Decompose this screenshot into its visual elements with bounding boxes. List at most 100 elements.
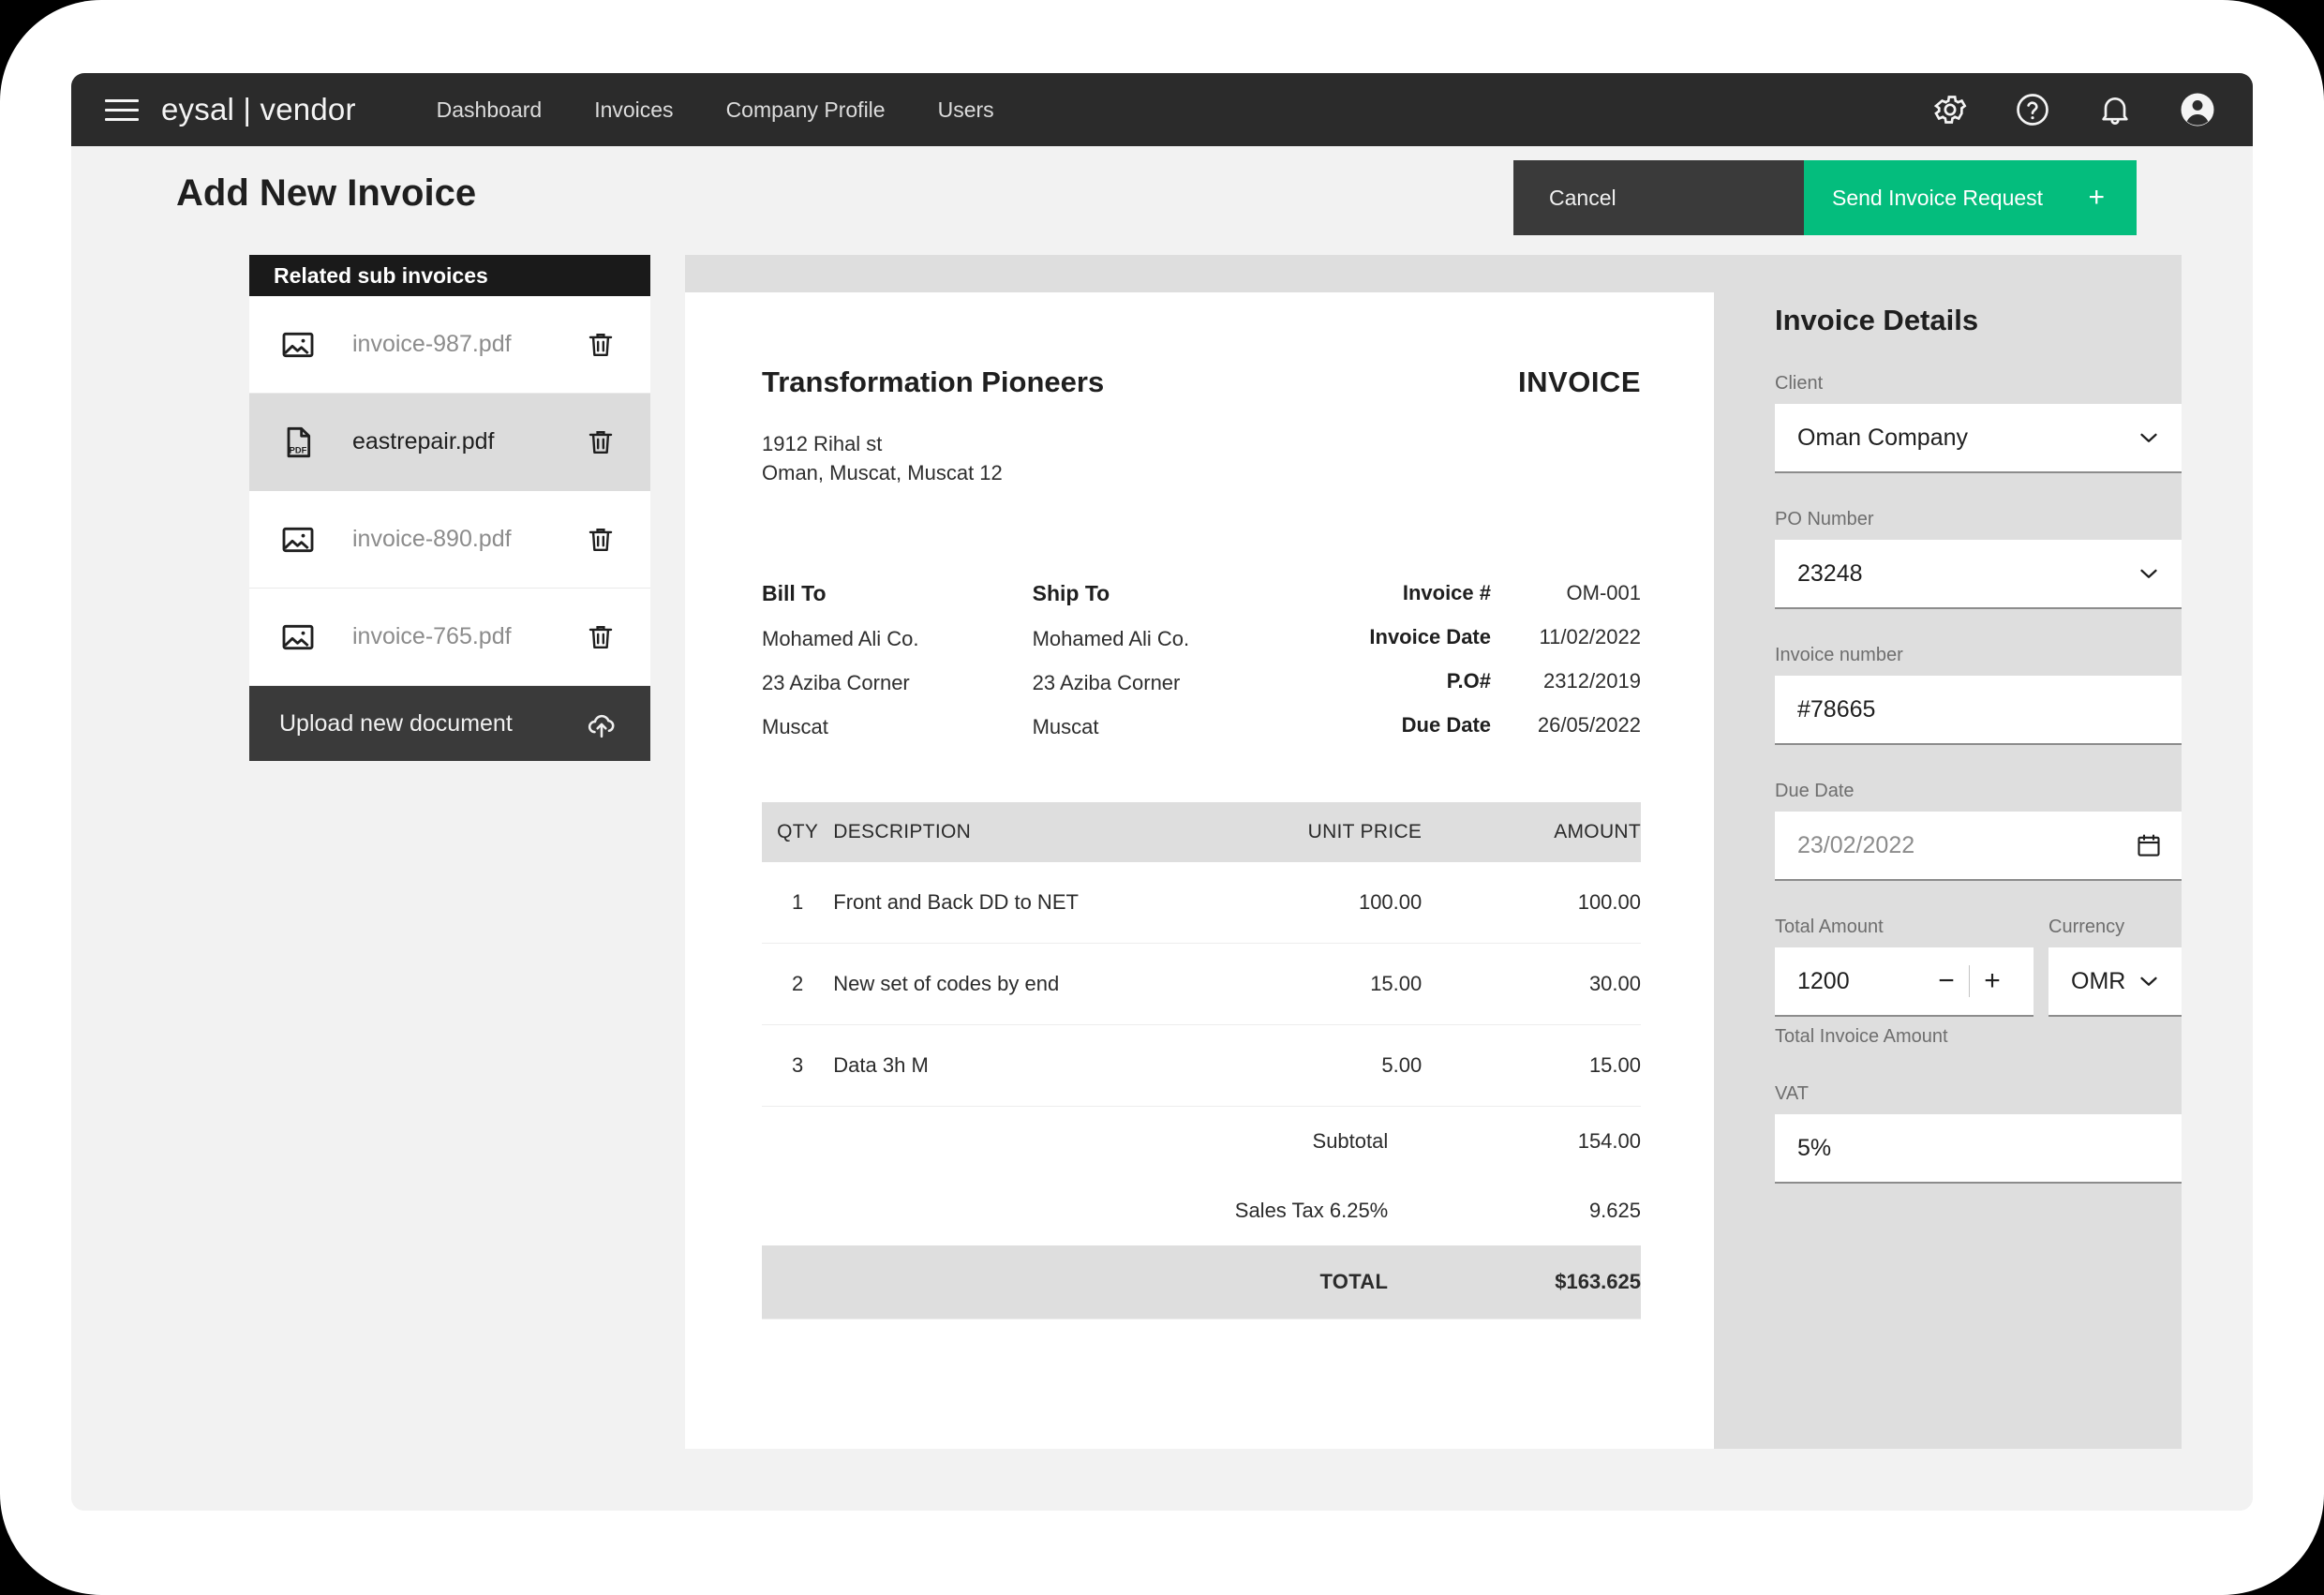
list-item[interactable]: invoice-890.pdf xyxy=(249,491,650,589)
invoice-number-value: #78665 xyxy=(1797,695,1876,723)
po-number-value: 23248 xyxy=(1797,559,1863,587)
related-sub-invoices-panel: Related sub invoices invoice-987.pdf PDF… xyxy=(249,255,650,761)
plus-icon: + xyxy=(2088,182,2105,213)
column-header-description: DESCRIPTION xyxy=(833,802,1201,863)
meta-row: P.O# 2312/2019 xyxy=(1303,669,1641,693)
table-header-row: QTY DESCRIPTION UNIT PRICE AMOUNT xyxy=(762,802,1641,863)
list-item[interactable]: invoice-987.pdf xyxy=(249,296,650,394)
chevron-down-icon xyxy=(2135,424,2163,452)
trash-icon[interactable] xyxy=(585,329,617,361)
total-label: TOTAL xyxy=(1200,1245,1423,1320)
client-select[interactable]: Oman Company xyxy=(1775,404,2182,473)
table-row: 3 Data 3h M 5.00 15.00 xyxy=(762,1024,1641,1108)
meta-key: Due Date xyxy=(1401,713,1491,738)
page-header: Add New Invoice Cancel Send Invoice Requ… xyxy=(71,146,2253,255)
ship-to-heading: Ship To xyxy=(1032,581,1110,606)
ship-to-line: Mohamed Ali Co. xyxy=(1032,627,1190,651)
send-invoice-request-button[interactable]: Send Invoice Request + xyxy=(1804,160,2137,235)
meta-row: Invoice Date 11/02/2022 xyxy=(1303,625,1641,649)
due-date-label: Due Date xyxy=(1775,781,1855,801)
meta-value: 2312/2019 xyxy=(1543,669,1641,693)
client-label: Client xyxy=(1775,373,1824,394)
increment-button[interactable]: + xyxy=(1970,967,2015,995)
meta-key: Invoice Date xyxy=(1369,625,1491,649)
invoice-number-input[interactable]: #78665 xyxy=(1775,676,2182,745)
due-date-value: 23/02/2022 xyxy=(1797,831,1915,858)
chevron-down-icon xyxy=(2135,559,2163,588)
upload-label: Upload new document xyxy=(279,709,513,737)
cell-qty: 2 xyxy=(762,943,834,1026)
cell-description: New set of codes by end xyxy=(833,943,1201,1026)
column-header-amount: AMOUNT xyxy=(1422,802,1641,863)
decrement-button[interactable]: − xyxy=(1924,967,1969,995)
meta-row: Due Date 26/05/2022 xyxy=(1303,713,1641,738)
cancel-button[interactable]: Cancel xyxy=(1513,160,1804,235)
cell-amount: 30.00 xyxy=(1422,943,1641,1026)
meta-key: Invoice # xyxy=(1402,581,1491,605)
account-circle-icon[interactable] xyxy=(2178,90,2217,129)
nav-item-company-profile[interactable]: Company Profile xyxy=(726,97,886,123)
table-row: 1 Front and Back DD to NET 100.00 100.00 xyxy=(762,862,1641,945)
cell-unit-price: 5.00 xyxy=(1200,1024,1423,1108)
trash-icon[interactable] xyxy=(585,426,617,458)
vat-label: VAT xyxy=(1775,1083,1809,1104)
cell-unit-price: 100.00 xyxy=(1200,862,1423,945)
column-header-unit-price: UNIT PRICE xyxy=(1200,802,1423,863)
total-amount-value: 1200 xyxy=(1797,967,1850,994)
column-header-qty: QTY xyxy=(762,802,834,863)
image-file-icon xyxy=(279,326,317,364)
invoice-number-field: Invoice number #78665 xyxy=(1775,645,2182,745)
bill-to-line: Muscat xyxy=(762,715,828,739)
calendar-icon[interactable] xyxy=(2135,831,2163,859)
due-date-input[interactable]: 23/02/2022 xyxy=(1775,812,2182,881)
due-date-field: Due Date 23/02/2022 xyxy=(1775,781,2182,881)
invoice-line-items-table: QTY DESCRIPTION UNIT PRICE AMOUNT 1 Fron… xyxy=(762,802,1641,1320)
address-line-2: Oman, Muscat, Muscat 12 xyxy=(762,461,1003,485)
invoice-meta: Bill To Mohamed Ali Co. 23 Aziba Corner … xyxy=(762,581,1641,759)
total-value: $163.625 xyxy=(1422,1245,1641,1320)
total-amount-stepper[interactable]: 1200 − + xyxy=(1775,947,2034,1017)
subtotal-value: 154.00 xyxy=(1577,1129,1641,1154)
upload-new-document-button[interactable]: Upload new document xyxy=(249,686,650,761)
client-value: Oman Company xyxy=(1797,424,1969,451)
bill-to-heading: Bill To xyxy=(762,581,827,606)
table-row: 2 New set of codes by end 15.00 30.00 xyxy=(762,943,1641,1026)
subtotal-label: Subtotal xyxy=(1312,1129,1389,1154)
currency-select[interactable]: OMR xyxy=(2048,947,2182,1017)
cell-unit-price: 15.00 xyxy=(1200,943,1423,1026)
list-item[interactable]: invoice-765.pdf xyxy=(249,589,650,686)
nav-item-invoices[interactable]: Invoices xyxy=(594,97,673,123)
file-name: eastrepair.pdf xyxy=(352,428,495,455)
trash-icon[interactable] xyxy=(585,524,617,556)
invoice-meta-values: Invoice # OM-001 Invoice Date 11/02/2022… xyxy=(1303,581,1641,759)
invoice-preview: Transformation Pioneers INVOICE 1912 Rih… xyxy=(685,292,1714,1449)
gear-icon[interactable] xyxy=(1930,90,1970,129)
bill-to-line: 23 Aziba Corner xyxy=(762,671,910,695)
page-actions: Cancel Send Invoice Request + xyxy=(1513,160,2137,235)
total-invoice-amount-hint: Total Invoice Amount xyxy=(1775,1026,1948,1047)
image-file-icon xyxy=(279,619,317,656)
meta-value: 11/02/2022 xyxy=(1539,625,1641,649)
trash-icon[interactable] xyxy=(585,621,617,653)
stepper-controls: − + xyxy=(1924,965,2015,997)
top-navigation-bar: eysal | vendor Dashboard Invoices Compan… xyxy=(71,73,2253,146)
invoice-number-label: Invoice number xyxy=(1775,645,1903,665)
currency-field: Currency OMR xyxy=(2048,917,2182,1017)
list-item[interactable]: PDF eastrepair.pdf xyxy=(249,394,650,491)
po-number-select[interactable]: 23248 xyxy=(1775,540,2182,609)
nav-item-dashboard[interactable]: Dashboard xyxy=(437,97,543,123)
cloud-upload-icon xyxy=(585,707,618,740)
po-number-field: PO Number 23248 xyxy=(1775,509,2182,609)
nav-item-users[interactable]: Users xyxy=(938,97,994,123)
help-circle-icon[interactable] xyxy=(2013,90,2052,129)
sidebar-title: Related sub invoices xyxy=(249,255,650,296)
hamburger-icon[interactable] xyxy=(105,98,139,121)
cell-amount: 100.00 xyxy=(1422,862,1641,945)
image-file-icon xyxy=(279,521,317,559)
currency-value: OMR xyxy=(2071,967,2126,994)
page-title: Add New Invoice xyxy=(176,172,477,214)
cell-amount: 15.00 xyxy=(1422,1024,1641,1108)
amount-currency-row: Total Amount 1200 − + Currency OMR xyxy=(1775,917,2182,1017)
bell-icon[interactable] xyxy=(2095,90,2135,129)
vat-input[interactable]: 5% xyxy=(1775,1114,2182,1184)
